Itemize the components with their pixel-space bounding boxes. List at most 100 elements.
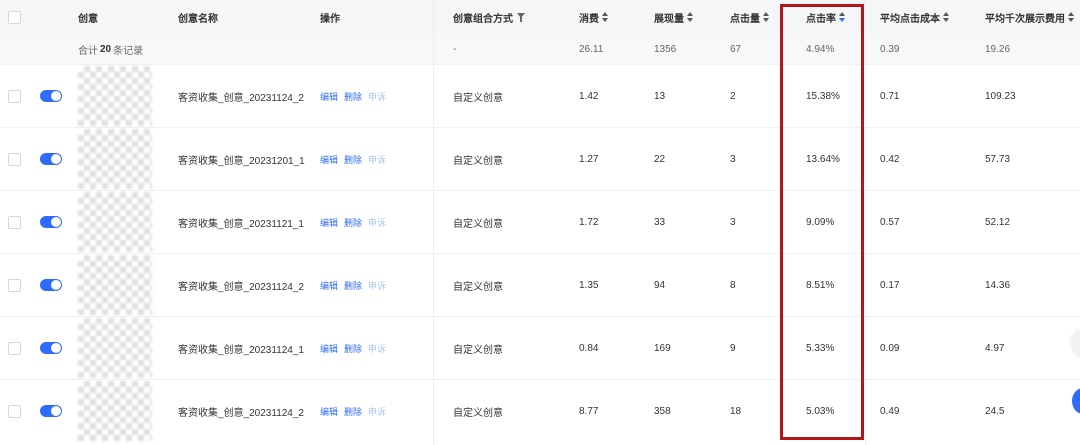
ctr-value: 8.51%: [806, 279, 835, 291]
status-toggle[interactable]: [40, 90, 62, 102]
summary-cost: 26.11: [579, 43, 604, 55]
column-header-ctr-label: 点击率: [806, 13, 836, 25]
select-all-checkbox-cell[interactable]: [8, 0, 21, 34]
summary-suffix: 条记录: [113, 45, 144, 57]
row-checkbox-cell[interactable]: [8, 254, 21, 316]
edit-link[interactable]: 编辑: [320, 90, 338, 103]
creative-thumbnail-cell: [78, 317, 152, 379]
creative-name: 客资收集_创意_20231124_2: [178, 92, 304, 104]
edit-link[interactable]: 编辑: [320, 279, 338, 292]
cpc-value: 0.71: [880, 90, 900, 102]
creative-thumbnail-cell: [78, 380, 152, 442]
edit-link[interactable]: 编辑: [320, 405, 338, 418]
sort-icon[interactable]: [763, 12, 769, 22]
status-toggle[interactable]: [40, 342, 62, 354]
row-checkbox-cell[interactable]: [8, 128, 21, 190]
status-toggle-cell[interactable]: [40, 380, 62, 442]
row-checkbox[interactable]: [8, 89, 21, 103]
creative-name: 客资收集_创意_20231201_1: [178, 155, 305, 167]
row-checkbox-cell[interactable]: [8, 65, 21, 127]
creative-method: 自定义创意: [453, 218, 503, 230]
status-toggle[interactable]: [40, 153, 62, 165]
status-toggle-cell[interactable]: [40, 254, 62, 316]
row-operations: 编辑 删除 申诉: [320, 128, 386, 190]
cost-value: 1.27: [579, 153, 599, 165]
edit-link[interactable]: 编辑: [320, 153, 338, 166]
cpm-value: 4.97: [985, 342, 1005, 354]
status-toggle[interactable]: [40, 216, 62, 228]
clicks-value: 3: [730, 216, 736, 228]
sort-desc-active-icon[interactable]: [839, 12, 845, 22]
summary-cpm: 19.26: [985, 43, 1011, 55]
delete-link[interactable]: 删除: [344, 216, 362, 229]
column-header-ctr[interactable]: 点击率: [806, 0, 845, 34]
creative-thumbnail[interactable]: [78, 66, 152, 126]
creative-thumbnail[interactable]: [78, 192, 152, 252]
cpm-value: 24.5: [985, 405, 1005, 417]
summary-count: 20: [100, 43, 112, 55]
edit-link[interactable]: 编辑: [320, 216, 338, 229]
appeal-link: 申诉: [368, 343, 387, 354]
appeal-link: 申诉: [368, 280, 387, 291]
status-toggle-cell[interactable]: [40, 317, 62, 379]
cpc-value: 0.49: [880, 405, 900, 417]
cost-value: 1.35: [579, 279, 599, 291]
creative-thumbnail-cell: [78, 191, 152, 253]
column-header-cpm[interactable]: 平均千次展示费用: [985, 0, 1074, 34]
row-checkbox-cell[interactable]: [8, 191, 21, 253]
delete-link[interactable]: 删除: [344, 405, 362, 418]
creative-thumbnail[interactable]: [78, 318, 152, 378]
summary-prefix: 合计: [78, 45, 98, 57]
row-checkbox[interactable]: [8, 404, 21, 418]
clicks-value: 18: [730, 405, 742, 417]
status-toggle-cell[interactable]: [40, 128, 62, 190]
table-row: 客资收集_创意_20231124_2 编辑 删除 申诉 自定义创意 1.42 1…: [0, 64, 1080, 127]
summary-label: 合计 20 条记录: [78, 34, 143, 64]
row-operations: 编辑 删除 申诉: [320, 380, 386, 442]
row-checkbox[interactable]: [8, 341, 21, 355]
ctr-value: 9.09%: [806, 216, 835, 228]
sort-icon[interactable]: [1068, 12, 1074, 22]
column-header-cpc[interactable]: 平均点击成本: [880, 0, 949, 34]
delete-link[interactable]: 删除: [344, 90, 362, 103]
cost-value: 8.77: [579, 405, 599, 417]
delete-link[interactable]: 删除: [344, 342, 362, 355]
table-row: 客资收集_创意_20231121_1 编辑 删除 申诉 自定义创意 1.72 3…: [0, 190, 1080, 253]
delete-link[interactable]: 删除: [344, 279, 362, 292]
creative-thumbnail[interactable]: [78, 129, 152, 189]
column-header-cost[interactable]: 消费: [579, 0, 608, 34]
status-toggle[interactable]: [40, 405, 62, 417]
sort-icon[interactable]: [943, 12, 949, 22]
status-toggle[interactable]: [40, 279, 62, 291]
summary-clicks: 67: [730, 43, 742, 55]
row-checkbox-cell[interactable]: [8, 317, 21, 379]
creative-name: 客资收集_创意_20231121_1: [178, 218, 304, 230]
edit-link[interactable]: 编辑: [320, 342, 338, 355]
column-header-clicks[interactable]: 点击量: [730, 0, 769, 34]
column-header-name: 创意名称: [178, 13, 218, 25]
summary-row: 合计 20 条记录 - 26.11 1356 67 4.94% 0.39 19.…: [0, 34, 1080, 64]
select-all-checkbox[interactable]: [8, 10, 21, 24]
column-header-operations: 操作: [320, 13, 340, 25]
appeal-link: 申诉: [368, 406, 387, 417]
status-toggle-cell[interactable]: [40, 65, 62, 127]
column-header-impressions[interactable]: 展现量: [654, 0, 693, 34]
table-row: 客资收集_创意_20231124_2 编辑 删除 申诉 自定义创意 8.77 3…: [0, 379, 1080, 442]
creative-name: 客资收集_创意_20231124_2: [178, 407, 304, 419]
table-header: 创意 创意名称 操作 创意组合方式 消费 展现量 点击量 点击率 平均点击成本 …: [0, 0, 1080, 34]
row-checkbox-cell[interactable]: [8, 380, 21, 442]
filter-icon[interactable]: [517, 12, 525, 22]
creative-thumbnail[interactable]: [78, 255, 152, 315]
status-toggle-cell[interactable]: [40, 191, 62, 253]
creative-thumbnail[interactable]: [78, 381, 152, 441]
creative-method: 自定义创意: [453, 155, 503, 167]
delete-link[interactable]: 删除: [344, 153, 362, 166]
cpc-value: 0.17: [880, 279, 900, 291]
sort-icon[interactable]: [602, 12, 608, 22]
sort-icon[interactable]: [687, 12, 693, 22]
row-checkbox[interactable]: [8, 152, 21, 166]
ctr-value: 5.33%: [806, 342, 835, 354]
cpm-value: 14.36: [985, 279, 1011, 291]
row-checkbox[interactable]: [8, 215, 21, 229]
row-checkbox[interactable]: [8, 278, 21, 292]
